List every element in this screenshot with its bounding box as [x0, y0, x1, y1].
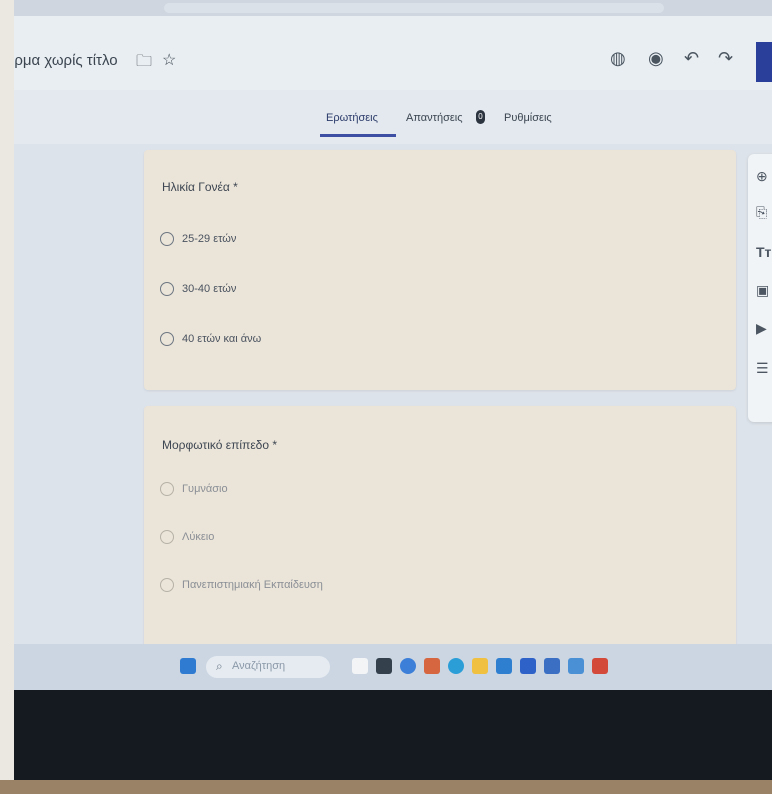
option-label: Γυμνάσιο: [182, 483, 228, 495]
address-bar[interactable]: [164, 3, 664, 13]
word-icon[interactable]: [520, 658, 536, 674]
add-question-icon[interactable]: ⊕: [756, 168, 768, 185]
search-placeholder: Αναζήτηση: [232, 660, 286, 672]
file-explorer-icon[interactable]: [472, 658, 488, 674]
title-icon[interactable]: Tт: [756, 244, 771, 260]
radio-button[interactable]: [160, 232, 174, 246]
option-label: 30-40 ετών: [182, 283, 237, 295]
radio-option[interactable]: 30-40 ετών: [160, 280, 236, 298]
office-icon[interactable]: [424, 658, 440, 674]
tab-responses[interactable]: Απαντήσεις: [406, 112, 463, 124]
task-view-icon[interactable]: [352, 658, 368, 674]
radio-button[interactable]: [160, 282, 174, 296]
option-label: Λύκειο: [182, 531, 215, 543]
question-card[interactable]: Ηλικία Γονέα * 25-29 ετών 30-40 ετών 40 …: [144, 150, 736, 390]
radio-option[interactable]: 25-29 ετών: [160, 230, 236, 248]
star-icon[interactable]: ☆: [162, 50, 176, 70]
radio-option[interactable]: Λύκειο: [160, 528, 214, 546]
monitor-bezel: [14, 690, 772, 780]
radio-button[interactable]: [160, 482, 174, 496]
tab-bar: Ερωτήσεις Απαντήσεις 0 Ρυθμίσεις: [14, 90, 772, 144]
section-icon[interactable]: ☰: [756, 360, 769, 377]
mail-icon[interactable]: [544, 658, 560, 674]
widgets-icon[interactable]: [376, 658, 392, 674]
document-title[interactable]: όρμα χωρίς τίτλο: [14, 52, 118, 69]
radio-button[interactable]: [160, 332, 174, 346]
edge-icon[interactable]: [448, 658, 464, 674]
option-label: 25-29 ετών: [182, 233, 237, 245]
windows-start-icon[interactable]: [180, 658, 196, 674]
tab-settings[interactable]: Ρυθμίσεις: [504, 112, 552, 124]
tab-questions[interactable]: Ερωτήσεις: [326, 112, 378, 124]
calendar-icon[interactable]: [568, 658, 584, 674]
redo-icon[interactable]: ↷: [718, 48, 733, 69]
windows-taskbar: ⌕ Αναζήτηση: [14, 644, 772, 690]
search-icon: ⌕: [216, 659, 223, 673]
response-count-badge: 0: [476, 110, 485, 124]
import-icon[interactable]: ⎘: [756, 204, 767, 221]
desk-surface: [0, 780, 772, 794]
floating-toolbar: ⊕ ⎘ Tт ▣ ▶ ☰: [748, 154, 772, 422]
question-card[interactable]: Μορφωτικό επίπεδο * Γυμνάσιο Λύκειο Πανε…: [144, 406, 736, 676]
option-label: Πανεπιστημιακή Εκπαίδευση: [182, 579, 323, 591]
form-editor: Ηλικία Γονέα * 25-29 ετών 30-40 ετών 40 …: [14, 144, 772, 676]
image-icon[interactable]: ▣: [756, 282, 769, 299]
forms-header: όρμα χωρίς τίτλο 🗀 ☆ ◍ ◉ ↶ ↷: [14, 16, 772, 90]
app-icon[interactable]: [592, 658, 608, 674]
monitor-left-edge: [0, 0, 14, 794]
folder-icon[interactable]: 🗀: [136, 50, 152, 77]
active-tab-indicator: [320, 134, 396, 137]
eye-icon[interactable]: ◉: [648, 48, 664, 69]
radio-button[interactable]: [160, 530, 174, 544]
store-icon[interactable]: [496, 658, 512, 674]
video-icon[interactable]: ▶: [756, 320, 767, 337]
browser-bar: [14, 0, 772, 16]
radio-button[interactable]: [160, 578, 174, 592]
radio-option[interactable]: Γυμνάσιο: [160, 480, 228, 498]
question-title[interactable]: Ηλικία Γονέα *: [162, 180, 238, 194]
palette-icon[interactable]: ◍: [610, 48, 626, 69]
undo-icon[interactable]: ↶: [684, 48, 699, 69]
question-title[interactable]: Μορφωτικό επίπεδο *: [162, 438, 277, 452]
radio-option[interactable]: Πανεπιστημιακή Εκπαίδευση: [160, 576, 323, 594]
send-button[interactable]: [756, 42, 772, 82]
radio-option[interactable]: 40 ετών και άνω: [160, 330, 261, 348]
option-label: 40 ετών και άνω: [182, 333, 262, 345]
taskbar-search[interactable]: ⌕ Αναζήτηση: [206, 656, 330, 678]
screen: όρμα χωρίς τίτλο 🗀 ☆ ◍ ◉ ↶ ↷ Ερωτήσεις Α…: [14, 0, 772, 780]
chat-icon[interactable]: [400, 658, 416, 674]
